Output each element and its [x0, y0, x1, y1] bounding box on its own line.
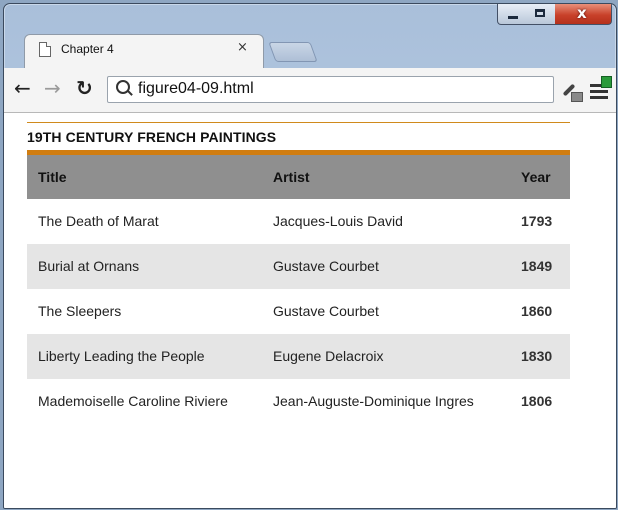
- cell-year: 1849: [521, 258, 553, 274]
- cell-title: Liberty Leading the People: [38, 348, 205, 364]
- maximize-icon: [535, 9, 545, 17]
- header-artist: Artist: [273, 169, 310, 185]
- forward-icon[interactable]: →: [44, 76, 61, 100]
- table-row: The Death of Marat Jacques-Louis David 1…: [27, 199, 570, 244]
- cell-title: The Death of Marat: [38, 213, 159, 229]
- new-tab-button[interactable]: [268, 42, 318, 62]
- cell-year: 1793: [521, 213, 553, 229]
- menu-icon[interactable]: [590, 76, 612, 100]
- search-icon: [116, 80, 130, 94]
- toolbar: ← → ↻ figure04-09.html: [4, 68, 616, 113]
- dropper-icon[interactable]: [560, 80, 583, 102]
- divider: [27, 122, 570, 123]
- close-window-button[interactable]: x: [555, 4, 612, 25]
- cell-artist: Jacques-Louis David: [273, 213, 403, 229]
- header-title: Title: [38, 169, 67, 185]
- table-row: The Sleepers Gustave Courbet 1860: [27, 289, 570, 334]
- tab-close-button[interactable]: ×: [237, 40, 248, 55]
- table-row: Liberty Leading the People Eugene Delacr…: [27, 334, 570, 379]
- cell-year: 1830: [521, 348, 553, 364]
- paintings-table: Title Artist Year The Death of Marat Jac…: [27, 155, 570, 424]
- minimize-button[interactable]: [497, 4, 529, 25]
- url-text[interactable]: figure04-09.html: [138, 80, 254, 98]
- cell-year: 1806: [521, 393, 553, 409]
- cell-title: The Sleepers: [38, 303, 122, 319]
- close-icon: x: [577, 4, 587, 22]
- table-header-row: Title Artist Year: [27, 155, 570, 199]
- cell-artist: Jean-Auguste-Dominique Ingres: [273, 393, 474, 409]
- table-row: Mademoiselle Caroline Riviere Jean-Augus…: [27, 379, 570, 424]
- table-caption: 19TH CENTURY FRENCH PAINTINGS: [27, 129, 277, 145]
- cell-artist: Eugene Delacroix: [273, 348, 384, 364]
- minimize-icon: [508, 16, 518, 19]
- back-icon[interactable]: ←: [14, 76, 31, 100]
- browser-window: x Chapter 4 × ← → ↻ figure04-09.html 19T…: [3, 3, 617, 509]
- cell-artist: Gustave Courbet: [273, 258, 379, 274]
- page-icon: [39, 42, 51, 57]
- browser-tab[interactable]: Chapter 4 ×: [24, 34, 264, 69]
- maximize-button[interactable]: [527, 4, 556, 25]
- tab-title: Chapter 4: [61, 42, 114, 56]
- reload-icon[interactable]: ↻: [76, 76, 93, 100]
- cell-title: Burial at Ornans: [38, 258, 140, 274]
- address-bar[interactable]: figure04-09.html: [107, 76, 554, 103]
- cell-artist: Gustave Courbet: [273, 303, 379, 319]
- cell-title: Mademoiselle Caroline Riviere: [38, 393, 228, 409]
- cell-year: 1860: [521, 303, 553, 319]
- table-row: Burial at Ornans Gustave Courbet 1849: [27, 244, 570, 289]
- page-content: 19TH CENTURY FRENCH PAINTINGS Title Arti…: [4, 113, 616, 508]
- header-year: Year: [521, 169, 551, 185]
